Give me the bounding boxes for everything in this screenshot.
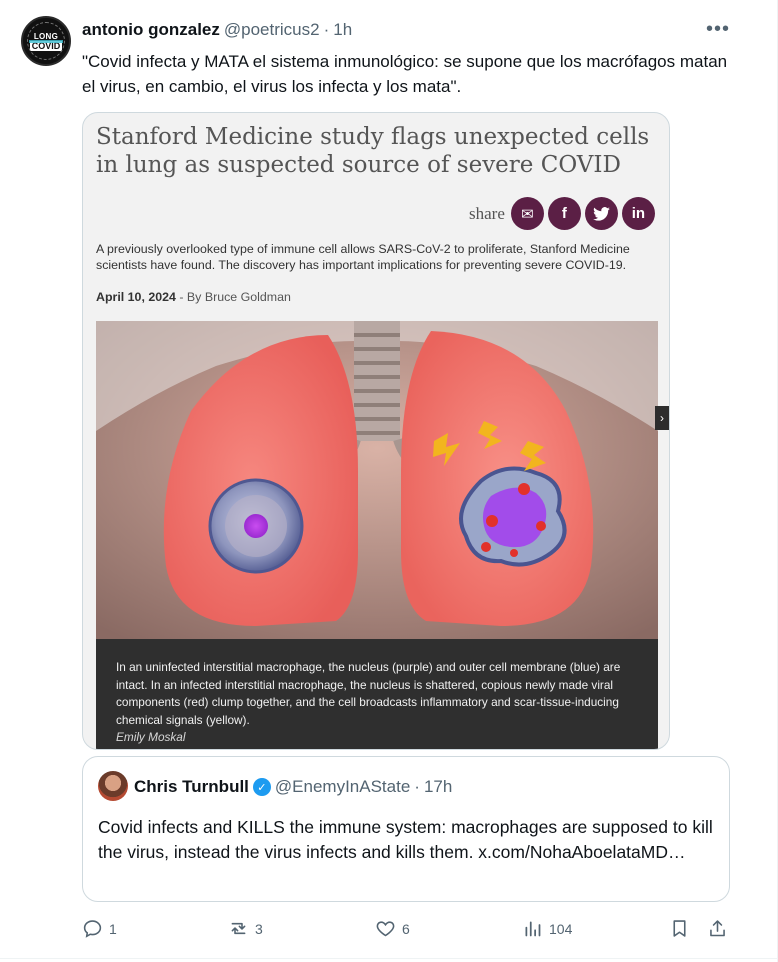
- article-title: Stanford Medicine study flags unexpected…: [96, 124, 650, 178]
- article-byline: - By Bruce Goldman: [175, 290, 291, 304]
- tweet-text: "Covid infecta y MATA el sistema inmunol…: [82, 52, 728, 96]
- article-screenshot[interactable]: Stanford Medicine study flags unexpected…: [82, 112, 670, 750]
- views-count: 104: [549, 920, 573, 937]
- lung-illustration: [96, 321, 658, 639]
- verified-badge-icon: ✓: [252, 778, 271, 796]
- like-button[interactable]: 6: [375, 918, 410, 939]
- share-icon: [710, 920, 725, 937]
- reply-icon: [83, 920, 102, 938]
- heart-icon: [376, 921, 395, 937]
- tweet-header: antonio gonzalez @poetricus2 · 1h: [82, 20, 352, 40]
- twitter-icon: [584, 197, 618, 230]
- article-dateline: April 10, 2024 - By Bruce Goldman: [96, 290, 291, 304]
- views-button[interactable]: 104: [522, 918, 572, 939]
- caption-credit: Emily Moskal: [116, 730, 186, 744]
- avatar-stripe: [29, 40, 63, 43]
- tweet-card: LONG COVID antonio gonzalez @poetricus2 …: [0, 0, 778, 962]
- quote-text: Covid infects and KILLS the immune syste…: [98, 817, 713, 862]
- quote-time[interactable]: 17h: [424, 777, 452, 797]
- share-label: share: [469, 203, 505, 223]
- bookmark-button[interactable]: [669, 918, 690, 939]
- repost-button[interactable]: 3: [228, 918, 263, 939]
- more-options-icon[interactable]: •••: [706, 18, 730, 41]
- article-summary: A previously overlooked type of immune c…: [96, 242, 630, 272]
- action-bar: 1 3 6 104: [82, 918, 732, 944]
- author-handle[interactable]: @poetricus2: [224, 20, 320, 40]
- share-button[interactable]: [707, 918, 728, 939]
- bar-chart-icon: [525, 921, 541, 937]
- quote-author-avatar[interactable]: [98, 771, 128, 801]
- linkedin-icon: in: [621, 197, 655, 230]
- quoted-tweet[interactable]: Chris Turnbull ✓ @EnemyInAState · 17h Co…: [82, 756, 730, 902]
- share-row: share ✉ f in: [469, 197, 655, 230]
- like-count: 6: [402, 920, 410, 937]
- image-caption: In an uninfected interstitial macrophage…: [96, 639, 658, 749]
- author-avatar[interactable]: LONG COVID: [21, 16, 71, 66]
- quote-separator: ·: [414, 777, 420, 796]
- quote-author-handle[interactable]: @EnemyInAState: [275, 777, 410, 797]
- divider: [0, 958, 778, 959]
- reply-count: 1: [109, 920, 117, 937]
- caption-text: In an uninfected interstitial macrophage…: [116, 660, 621, 727]
- reply-button[interactable]: 1: [82, 918, 117, 939]
- author-name[interactable]: antonio gonzalez: [82, 20, 220, 40]
- quote-header: Chris Turnbull ✓ @EnemyInAState · 17h: [134, 777, 452, 797]
- article-date: April 10, 2024: [96, 290, 176, 304]
- envelope-icon: ✉: [510, 197, 544, 230]
- quote-author-name[interactable]: Chris Turnbull: [134, 777, 249, 797]
- separator-dot: ·: [323, 20, 330, 39]
- repost-count: 3: [255, 920, 263, 937]
- tweet-time[interactable]: 1h: [333, 20, 352, 40]
- lung-illustration-graphic: [96, 321, 658, 639]
- repost-icon: [231, 922, 246, 935]
- bookmark-icon: [673, 920, 686, 937]
- carousel-next-icon[interactable]: ›: [655, 406, 669, 430]
- facebook-icon: f: [547, 197, 581, 230]
